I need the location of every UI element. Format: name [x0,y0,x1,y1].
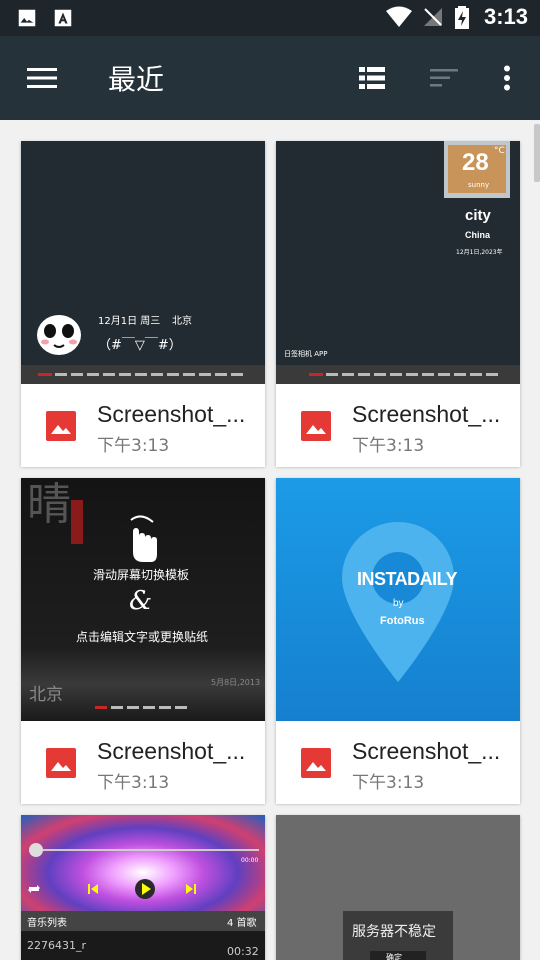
file-meta: Screenshot_... 下午3:13 [21,721,265,804]
red-seal-stamp [71,500,83,544]
image-file-icon [46,411,76,441]
image-file-icon [301,748,331,778]
wifi-icon [385,6,412,27]
app-notification-icon [54,9,72,27]
thumb-emoticon: （#￣▽￣#） [98,338,182,353]
list-view-icon [359,67,385,89]
music-player-art: 00:00 [21,815,265,911]
gallery-notification-icon [18,9,36,27]
thumb-date: 5月8日,2013 [211,678,261,687]
thumb-brand: 日签相机 APP [284,350,328,358]
thumb-city: 北京 [29,685,63,705]
thumb-date: 12月1日 周三 [98,316,161,327]
battery-charging-icon [454,6,469,29]
thumb-time-start: 00:00 [241,857,259,864]
file-card[interactable]: 服务器不稳定 确定 [276,815,520,960]
file-card[interactable]: 12月1日 周三 北京 （#￣▽￣#） Screenshot_... 下午3:1… [21,141,265,467]
thumb-date: 12月1日,2023年 [456,249,503,256]
thumb-by: by [393,598,404,609]
progress-thumb[interactable] [29,843,43,857]
playlist-label: 音乐列表 [27,918,67,929]
previous-icon[interactable] [87,883,99,895]
more-options-button[interactable] [483,54,531,102]
next-icon[interactable] [185,883,197,895]
file-card[interactable]: INSTADAILY by FotoRus Screenshot_... 下午3… [276,478,520,804]
repeat-icon[interactable] [27,883,41,895]
no-signal-icon [423,8,442,26]
thumb-city: city [465,207,491,224]
file-meta: Screenshot_... 下午3:13 [276,384,520,467]
track-duration: 00:32 [227,945,259,958]
thumb-ampersand: & [129,586,153,616]
menu-button[interactable] [18,54,66,102]
file-time: 下午3:13 [352,773,425,793]
thumb-city: 北京 [172,316,192,327]
status-bar: 3:13 [0,0,540,36]
thumb-pager-bar [21,365,265,384]
file-time: 下午3:13 [352,436,425,456]
thumb-brand: INSTADAILY [357,569,458,589]
thumb-weather-char: 晴 [27,479,71,530]
weather-unit: °C [494,146,505,156]
dialog-message: 服务器不稳定 [352,924,436,940]
sort-button[interactable] [420,54,468,102]
thumb-maker: FotoRus [380,615,425,627]
file-time: 下午3:13 [97,773,170,793]
page-title: 最近 [108,63,165,96]
file-name: Screenshot_... [352,738,501,764]
file-card[interactable]: 晴 滑动屏幕切换模板 & 点击编辑文字或更换贴纸 北京 5月8日,2013 Sc… [21,478,265,804]
hamburger-icon [27,68,57,88]
error-dialog: 服务器不稳定 确定 [343,911,453,960]
weather-widget: 28 °C sunny [444,141,510,198]
thumb-instruction-2: 点击编辑文字或更换贴纸 [76,630,209,644]
progress-track[interactable] [35,849,259,851]
file-name: Screenshot_... [97,738,246,764]
status-clock: 3:13 [483,4,528,29]
file-thumbnail: 晴 滑动屏幕切换模板 & 点击编辑文字或更换贴纸 北京 5月8日,2013 [21,478,265,721]
panda-sticker-icon [37,315,81,355]
thumb-country: China [465,230,491,240]
file-meta: Screenshot_... 下午3:13 [21,384,265,467]
file-name: Screenshot_... [352,401,501,427]
swipe-hand-icon [130,515,157,562]
track-name: 2276431_r [27,939,87,952]
image-file-icon [46,748,76,778]
file-name: Screenshot_... [97,401,246,427]
file-thumbnail: 服务器不稳定 确定 [276,815,520,960]
image-file-icon [301,411,331,441]
app-toolbar: 最近 [0,36,540,120]
file-thumbnail: 28 °C sunny city China 12月1日,2023年 日签相机 … [276,141,520,384]
dialog-confirm-label: 确定 [386,953,402,960]
file-card[interactable]: 28 °C sunny city China 12月1日,2023年 日签相机 … [276,141,520,467]
weather-condition: sunny [468,181,490,189]
file-meta: Screenshot_... 下午3:13 [276,721,520,804]
file-time: 下午3:13 [97,436,170,456]
scrollbar[interactable] [534,124,540,182]
thumb-pager-bar [276,365,520,384]
file-thumbnail: INSTADAILY by FotoRus [276,478,520,721]
play-icon[interactable] [134,878,156,900]
thumb-instruction-1: 滑动屏幕切换模板 [93,568,190,582]
weather-temp: 28 [462,149,489,176]
sort-icon [430,69,458,87]
file-thumbnail: 00:00 音乐列表 4 首歌 2276431_r 00:32 [21,815,265,960]
file-card[interactable]: 00:00 音乐列表 4 首歌 2276431_r 00:32 [21,815,265,960]
dialog-confirm-button[interactable]: 确定 [370,951,426,960]
playlist-count: 4 首歌 [227,918,257,929]
playlist-header: 音乐列表 4 首歌 [21,911,265,931]
list-view-button[interactable] [348,54,396,102]
more-vert-icon [504,65,510,91]
file-thumbnail: 12月1日 周三 北京 （#￣▽￣#） [21,141,265,384]
thumb-pager-dots [95,706,191,709]
